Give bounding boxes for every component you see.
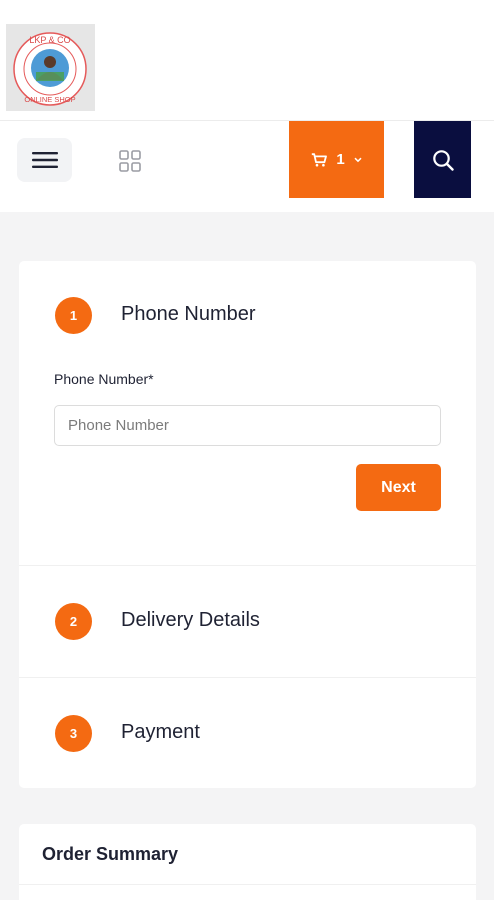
shop-logo[interactable]: LKP & CO ONLINE SHOP (6, 24, 95, 111)
menu-button[interactable] (17, 138, 72, 182)
step-3-title[interactable]: Payment (121, 721, 200, 744)
navbar: 1 (0, 121, 494, 212)
step-divider (19, 565, 476, 566)
cart-icon (312, 152, 328, 166)
grid-view-button[interactable] (114, 145, 146, 177)
top-header: LKP & CO ONLINE SHOP (0, 0, 494, 121)
search-icon (432, 149, 454, 171)
grid-icon (119, 150, 141, 172)
step-2-badge: 2 (55, 603, 92, 640)
step-2-title[interactable]: Delivery Details (121, 609, 260, 632)
search-button[interactable] (414, 121, 471, 198)
step-divider (19, 677, 476, 678)
next-button[interactable]: Next (356, 464, 441, 511)
svg-text:ONLINE SHOP: ONLINE SHOP (24, 95, 75, 104)
phone-number-input[interactable] (54, 405, 441, 446)
step-3-badge: 3 (55, 715, 92, 752)
order-summary-title: Order Summary (42, 844, 179, 864)
svg-text:LKP & CO: LKP & CO (29, 35, 70, 45)
step-1-title[interactable]: Phone Number (121, 303, 256, 326)
phone-number-label: Phone Number* (54, 371, 154, 387)
summary-divider (19, 884, 476, 885)
logo-image: LKP & CO ONLINE SHOP (6, 24, 95, 111)
cart-button[interactable]: 1 (289, 121, 384, 198)
checkout-card: 1 Phone Number Phone Number* Next 2 Deli… (19, 261, 476, 788)
cart-count: 1 (336, 151, 345, 168)
step-1-badge: 1 (55, 297, 92, 334)
chevron-down-icon (354, 157, 362, 162)
order-summary-card: Order Summary (19, 824, 476, 900)
hamburger-icon (31, 152, 58, 168)
